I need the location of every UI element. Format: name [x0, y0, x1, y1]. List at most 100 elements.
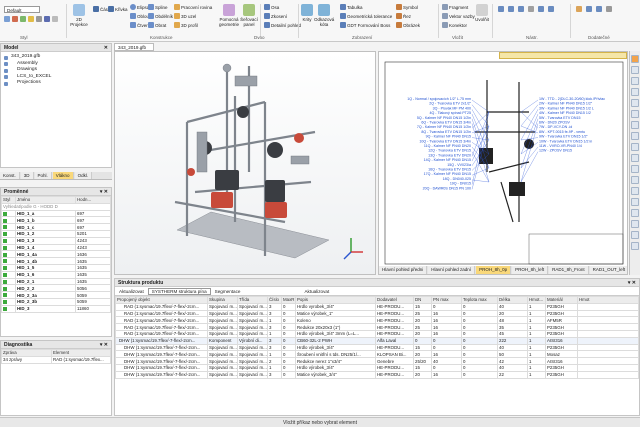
close-icon[interactable]: ▾ ✕ [628, 280, 636, 286]
col-message[interactable]: Zpráva [1, 349, 52, 357]
part-label[interactable]: 8W - KPT-0015 fe-9P - ventu [539, 130, 585, 134]
tool-icon[interactable] [631, 66, 639, 74]
structure-row[interactable]: DHW (1:sysmac/19.7flex/-7-flex/-2cm... Sp… [115, 370, 639, 379]
refresh-button[interactable]: Aktualizovat [119, 289, 144, 294]
structure-col[interactable]: Materiál [545, 296, 578, 304]
variables-search[interactable]: Vyhledat/podle G - HODD D [1, 202, 111, 211]
structure-col[interactable]: Třída [237, 296, 268, 304]
extra-icons[interactable] [576, 6, 636, 12]
variable-row[interactable]: HID_3 11860 [1, 304, 111, 313]
symbol-button[interactable]: Symbol [396, 4, 418, 10]
part-label[interactable]: 1Q - Normal / spojovacích 1/2" L.75 mm [407, 97, 471, 101]
curve-button[interactable]: Křivka [108, 6, 128, 12]
tree-item-projections[interactable]: Projections [1, 80, 111, 87]
tool-icon[interactable] [631, 110, 639, 118]
drawing-panel[interactable]: 1Q - Normal / spojovacích 1/2" L.75 mm 2Q… [378, 51, 628, 275]
structure-col[interactable]: Hmot... [527, 296, 546, 304]
tool-icon[interactable] [631, 176, 639, 184]
part-label[interactable]: 16Q - Tvarovka ETV DN15 [428, 168, 471, 172]
structure-row[interactable]: RAD (1:sysmac/19.7flex/-7-flex/-2cm... Sp… [115, 329, 639, 338]
part-label[interactable]: 19Q - DN015 [450, 182, 471, 186]
tab-3d[interactable]: 3D [20, 172, 34, 179]
part-label[interactable]: 4Q - Tlakový spínač PT25 [430, 111, 471, 115]
tab-views[interactable]: Pohl. [34, 172, 52, 179]
connector-button[interactable]: Konektor [442, 22, 467, 28]
part-label[interactable]: 12W - ZPOSV DN15 [539, 149, 572, 153]
part-label[interactable]: 4W - Kalmer NF PN40 DN15 1/2 [539, 111, 591, 115]
structure-row[interactable]: DHW (1:sysmac/19.7flex/-7-flex/-2cm... Ko… [115, 336, 639, 345]
structure-col[interactable]: Hmot [577, 296, 639, 304]
part-label[interactable]: 7Q - Kalmer NF PN40 DN15 1/2in [417, 125, 471, 129]
drawing-tab[interactable]: RAD1_OUT_left [589, 266, 627, 274]
axis-button[interactable]: Osa [264, 4, 279, 10]
part-label[interactable]: 10W - Tvarovka ETV DN15 1/2 in [539, 139, 592, 143]
tool-icon[interactable] [631, 132, 639, 140]
part-label[interactable]: 1W - TTD - 2(DLC-30-20/60) klok./Přívlac [539, 97, 605, 101]
turn-button[interactable]: Obrat [148, 22, 166, 28]
structure-col[interactable]: Délka [497, 296, 528, 304]
part-label[interactable]: 5Q - Kalmer NF PN40 DN15 1/2in [417, 116, 471, 120]
variable-row[interactable]: HID_2_3a 5059 [1, 291, 111, 299]
part-label[interactable]: 14Q - Kalmer NF PN40 DN15 [424, 158, 471, 162]
tool-icon[interactable] [631, 231, 639, 239]
drawing-tab[interactable]: PROH_8h_left [512, 266, 549, 274]
variable-row[interactable]: HID_1_b 697 [1, 216, 111, 225]
part-label[interactable]: 11Q - Kalmer NF PN40 DN20 [424, 144, 471, 148]
section-button[interactable]: Řez [396, 13, 411, 19]
structure-row[interactable]: RAD (1:sysmac/19.7flex/-7-flex/-2cm... Sp… [115, 316, 639, 325]
leader-dimension-button[interactable]: Odkazová kóta [314, 4, 334, 27]
variable-row[interactable]: HID_1_c 697 [1, 223, 111, 231]
tab-other[interactable]: Odkl. [74, 172, 93, 179]
gdt-boss-button[interactable]: GDT Formování Boss [340, 22, 390, 28]
geometric-tolerance-button[interactable]: Geometrická tolerance [340, 13, 392, 19]
structure-row[interactable]: DHW (1:sysmac/19.7flex/-7-flex/-2cm... Sp… [115, 363, 639, 372]
structure-row[interactable]: DHW (1:sysmac/19.7flex/-7-flex/-2cm... Sp… [115, 343, 639, 352]
node-3d-button[interactable]: 3D uzel [174, 13, 196, 19]
structure-row[interactable]: DHW (1:sysmac/19.7flex/-7-flex/-2cm... Sp… [115, 350, 639, 359]
part-label[interactable]: 6W - DN20 ZPOSV [539, 121, 571, 125]
variable-row[interactable]: HID_1_a 697 [1, 209, 111, 218]
part-label[interactable]: 13Q - Tvarovka ETV DN20 [428, 153, 471, 157]
structure-col[interactable]: Teplota max [461, 296, 498, 304]
structure-row[interactable]: DHW (1:sysmac/19.7flex/-7-flex/-2cm... Sp… [115, 357, 639, 365]
structure-col[interactable]: Dodavatel [375, 296, 414, 304]
tool-icon[interactable] [631, 242, 639, 250]
tab-thread[interactable]: Vlákno [52, 172, 74, 179]
tool-icon[interactable] [631, 99, 639, 107]
part-label[interactable]: 10Q - Tvarovka ETV DN15 3/4in [419, 139, 471, 143]
part-label[interactable]: 8Q - Tvarovka ETV DN15 1/2in [421, 130, 471, 134]
variable-row[interactable]: HID_2_3b 5059 [1, 297, 111, 306]
close-icon[interactable]: ▾ ✕ [100, 342, 108, 348]
variable-row[interactable]: HID_2_1 1635 [1, 277, 111, 286]
ellipse-button[interactable]: Elipsa [130, 4, 149, 10]
tab-construction[interactable]: Konst. [0, 172, 20, 179]
structure-col[interactable]: Popis [295, 296, 376, 304]
style-select[interactable]: Default [4, 6, 40, 13]
variable-row[interactable]: HID_1_4 4243 [1, 243, 111, 252]
structure-col[interactable]: Číslo [267, 296, 282, 304]
part-label[interactable]: 9W - Tvarovka ETV DN15 1/2" [539, 135, 588, 139]
viewport-tab[interactable]: 343_2019.gfb [114, 43, 154, 51]
diagnostics-row[interactable]: 34 zprávy RAD (1:sysmac/19.7flex... [1, 355, 111, 364]
part-label[interactable]: 18Q - DN040-025 [443, 177, 471, 181]
dimension-button[interactable]: Krity [300, 4, 314, 22]
tool-icon[interactable] [631, 88, 639, 96]
table-button[interactable]: Tabulka [340, 4, 363, 10]
tool-icon[interactable] [631, 187, 639, 195]
structure-row[interactable]: RAD (1:sysmac/19.7flex/-7-flex/-2cm... Sp… [115, 302, 639, 311]
work-plane-button[interactable]: Pracovní rovina [174, 4, 212, 10]
segmentation-button[interactable]: Segmentace [215, 289, 241, 294]
chamfer-button[interactable]: Zkosení [264, 13, 287, 19]
structure-col[interactable]: PN max [431, 296, 462, 304]
profile-3d-button[interactable]: 3D profil [174, 22, 198, 28]
variable-row[interactable]: HID_1_3 4243 [1, 236, 111, 245]
tool-icon[interactable] [631, 77, 639, 85]
hatch-panel-button[interactable]: Šeřovací panel [240, 4, 258, 27]
part-label[interactable]: 12Q - Tvarovka ETV DN15 [428, 149, 471, 153]
part-label[interactable]: 2W - Kalmer NF PN40 DN15 1/2" [539, 102, 593, 106]
col-value[interactable]: Hodn... [75, 196, 111, 204]
tool-icon[interactable] [631, 165, 639, 173]
part-label[interactable]: 7W - DP-VCY-DN -id [539, 125, 572, 129]
tool-icon[interactable] [631, 154, 639, 162]
variable-row[interactable]: HID_2_2 5056 [1, 284, 111, 293]
